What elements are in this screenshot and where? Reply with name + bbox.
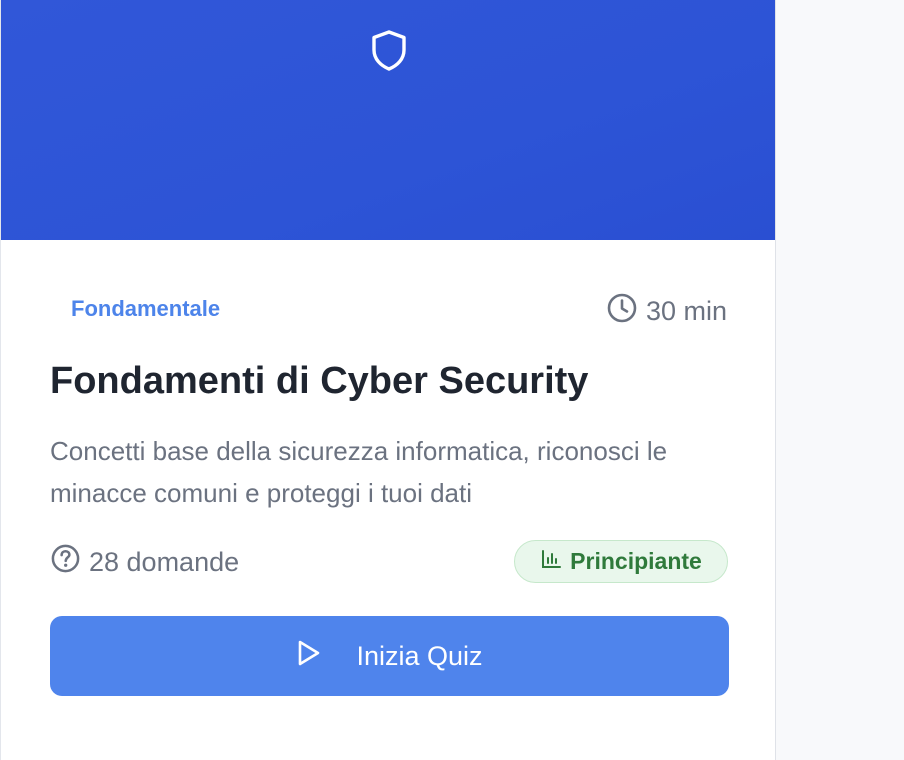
clock-icon (606, 292, 638, 331)
quiz-title: Fondamenti di Cyber Security (50, 360, 589, 402)
level-text: Principiante (570, 548, 702, 574)
start-quiz-label: Inizia Quiz (356, 640, 483, 671)
start-quiz-button[interactable]: Inizia Quiz (50, 616, 729, 696)
question-circle-icon (50, 543, 81, 581)
category-label: Fondamentale (71, 296, 221, 321)
quiz-card: Fondamentale 30 min Fondamenti di Cyber … (0, 0, 776, 760)
duration: 30 min (606, 292, 727, 331)
duration-text: 30 min (645, 296, 727, 326)
quiz-description: Concetti base della sicurezza informatic… (50, 436, 668, 508)
shield-icon (369, 28, 409, 72)
card-hero (1, 0, 775, 240)
level-badge: Principiante (514, 540, 728, 583)
card-meta-row: Fondamentale 30 min (1, 290, 777, 330)
bar-chart-icon (540, 548, 562, 576)
play-icon (296, 639, 322, 674)
question-count-text: 28 domande (89, 546, 240, 577)
question-count: 28 domande (50, 543, 239, 581)
